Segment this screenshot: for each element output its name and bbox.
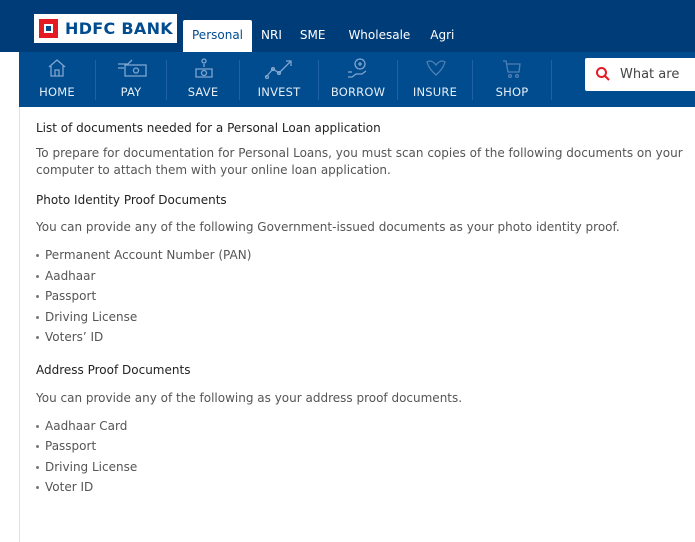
nav-shop-label: SHOP — [495, 85, 529, 99]
nav-borrow-label: BORROW — [330, 85, 386, 99]
nav-pay[interactable]: PAY — [96, 52, 166, 107]
home-icon — [48, 59, 66, 77]
article-content: List of documents needed for a Personal … — [36, 120, 686, 498]
nav-home-label: HOME — [39, 85, 75, 99]
tab-sme[interactable]: SME — [291, 20, 335, 52]
list-item: Aadhaar Card — [36, 416, 686, 437]
nav-invest-label: INVEST — [257, 85, 301, 99]
nav-save[interactable]: SAVE — [167, 52, 239, 107]
nav-borrow[interactable]: BORROW — [319, 52, 397, 107]
content-card: List of documents needed for a Personal … — [19, 107, 695, 542]
main-navbar: HOME PAY SAVE INVEST BORROW INSURE SHOP … — [19, 52, 695, 107]
list-item: Aadhaar — [36, 266, 686, 287]
list-item: Driving License — [36, 457, 686, 478]
nav-divider — [551, 60, 552, 100]
tab-personal[interactable]: Personal — [183, 20, 253, 52]
nav-pay-label: PAY — [120, 85, 142, 99]
nav-home[interactable]: HOME — [19, 52, 95, 107]
nav-invest[interactable]: INVEST — [240, 52, 318, 107]
tab-agri[interactable]: Agri — [419, 20, 463, 52]
list-item: Voter ID — [36, 477, 686, 498]
list-item: Passport — [36, 436, 686, 457]
nav-save-label: SAVE — [187, 85, 219, 99]
identity-proof-list: Permanent Account Number (PAN) Aadhaar P… — [36, 245, 686, 348]
shop-icon — [503, 60, 521, 79]
search-icon[interactable] — [595, 66, 611, 82]
page-title: List of documents needed for a Personal … — [36, 121, 381, 135]
address-proof-list: Aadhaar Card Passport Driving License Vo… — [36, 416, 686, 498]
list-item: Driving License — [36, 307, 686, 328]
nav-insure[interactable]: INSURE — [398, 52, 472, 107]
tab-wholesale[interactable]: Wholesale — [334, 20, 419, 52]
top-header: HDFC BANK Personal NRI SME Wholesale Agr… — [0, 0, 695, 52]
address-proof-heading: Address Proof Documents — [36, 362, 191, 377]
search-box[interactable] — [585, 58, 695, 91]
hdfc-logo-icon — [39, 19, 58, 38]
identity-proof-text: You can provide any of the following Gov… — [36, 220, 620, 234]
list-item: Passport — [36, 286, 686, 307]
logo-text: HDFC BANK — [65, 19, 173, 38]
invest-icon — [264, 60, 292, 80]
borrow-icon — [348, 58, 367, 78]
segment-tabs: Personal NRI SME Wholesale Agri — [183, 20, 463, 52]
save-icon — [195, 58, 213, 78]
identity-proof-heading: Photo Identity Proof Documents — [36, 193, 227, 207]
intro-paragraph: To prepare for documentation for Persona… — [36, 146, 683, 177]
list-item: Voters’ ID — [36, 327, 686, 348]
hdfc-bank-logo[interactable]: HDFC BANK — [34, 14, 177, 43]
nav-shop[interactable]: SHOP — [473, 52, 551, 107]
tab-nri[interactable]: NRI — [252, 20, 291, 52]
list-item: Permanent Account Number (PAN) — [36, 245, 686, 266]
search-input[interactable] — [620, 58, 695, 91]
nav-insure-label: INSURE — [412, 85, 458, 99]
insure-icon — [426, 60, 446, 76]
pay-icon — [118, 59, 147, 77]
address-proof-text: You can provide any of the following as … — [36, 390, 463, 405]
